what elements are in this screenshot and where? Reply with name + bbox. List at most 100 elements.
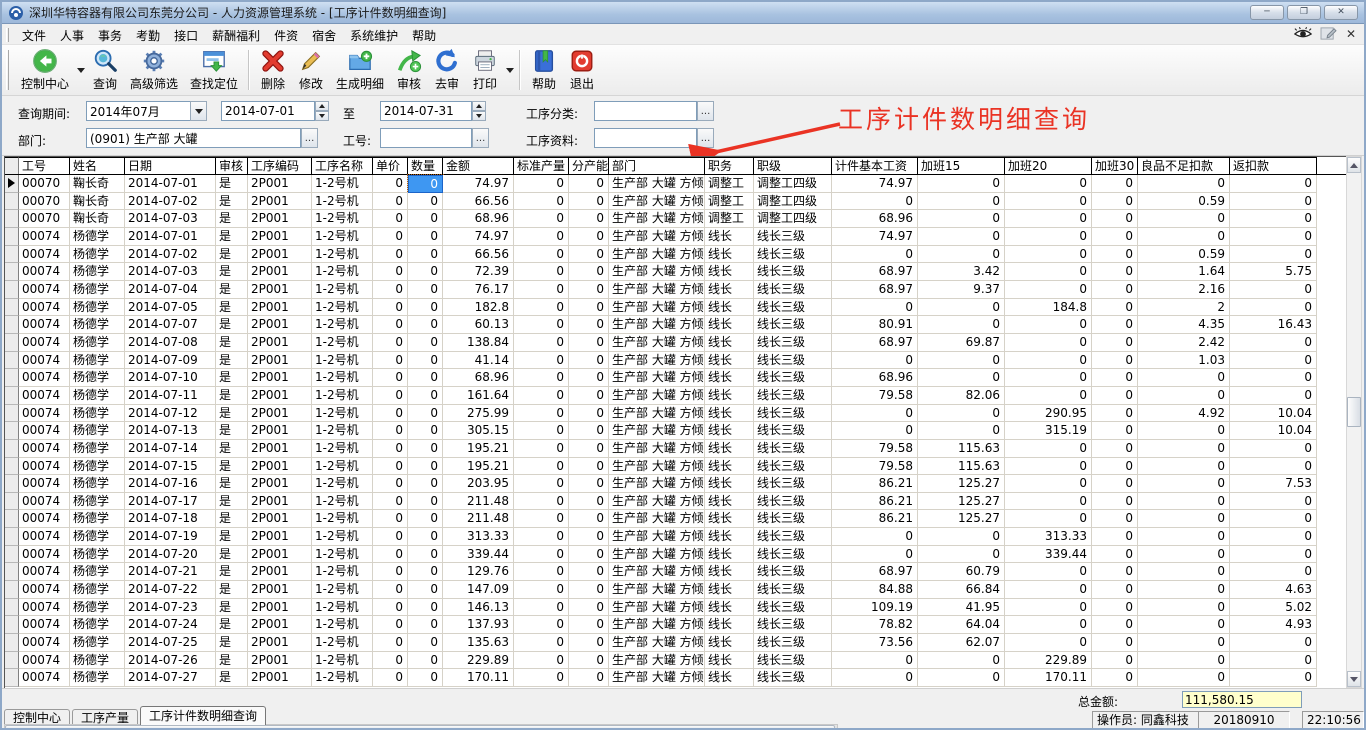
empno-browse-button[interactable]: ... bbox=[472, 128, 489, 148]
grid-cell[interactable]: 杨德学 bbox=[70, 263, 125, 281]
grid-cell[interactable]: 2P001 bbox=[248, 528, 312, 546]
grid-cell[interactable]: 2014-07-22 bbox=[125, 581, 216, 599]
grid-cell[interactable]: 0 bbox=[373, 369, 408, 387]
grid-cell[interactable]: 是 bbox=[216, 458, 248, 476]
row-selector[interactable] bbox=[5, 246, 19, 264]
menu-item-3[interactable]: 考勤 bbox=[129, 27, 167, 45]
grid-cell[interactable]: 125.27 bbox=[918, 510, 1005, 528]
grid-cell[interactable]: 0 bbox=[832, 352, 918, 370]
grid-cell[interactable]: 0 bbox=[832, 422, 918, 440]
grid-cell[interactable]: 0 bbox=[1005, 228, 1092, 246]
grid-cell[interactable]: 0 bbox=[514, 458, 569, 476]
row-selector[interactable] bbox=[5, 475, 19, 493]
grid-cell[interactable]: 0 bbox=[1230, 563, 1317, 581]
column-header[interactable]: 金额 bbox=[443, 157, 514, 174]
grid-cell[interactable]: 10.04 bbox=[1230, 405, 1317, 423]
grid-cell[interactable]: 0 bbox=[918, 352, 1005, 370]
grid-cell[interactable]: 2014-07-03 bbox=[125, 263, 216, 281]
grid-cell[interactable]: 0 bbox=[1005, 387, 1092, 405]
grid-cell[interactable]: 0 bbox=[1092, 210, 1138, 228]
grid-cell[interactable]: 杨德学 bbox=[70, 440, 125, 458]
grid-cell[interactable]: 调整工四级 bbox=[754, 175, 832, 193]
grid-cell[interactable]: 2014-07-01 bbox=[125, 228, 216, 246]
date-to-spinner[interactable] bbox=[472, 101, 486, 121]
grid-cell[interactable]: 线长 bbox=[705, 493, 754, 511]
grid-cell[interactable]: 0 bbox=[569, 634, 609, 652]
row-selector[interactable] bbox=[5, 652, 19, 670]
grid-cell[interactable]: 2014-07-15 bbox=[125, 458, 216, 476]
column-header[interactable]: 工序编码 bbox=[248, 157, 312, 174]
grid-cell[interactable]: 0 bbox=[373, 263, 408, 281]
grid-cell[interactable]: 0 bbox=[1230, 528, 1317, 546]
grid-cell[interactable]: 2P001 bbox=[248, 387, 312, 405]
menu-item-2[interactable]: 事务 bbox=[91, 27, 129, 45]
grid-cell[interactable]: 2014-07-12 bbox=[125, 405, 216, 423]
grid-cell[interactable]: 是 bbox=[216, 581, 248, 599]
grid-cell[interactable]: 1-2号机 bbox=[312, 634, 373, 652]
grid-cell[interactable]: 0 bbox=[373, 210, 408, 228]
grid-cell[interactable]: 00074 bbox=[19, 440, 70, 458]
grid-cell[interactable]: 0 bbox=[514, 652, 569, 670]
grid-cell[interactable]: 115.63 bbox=[918, 458, 1005, 476]
grid-cell[interactable]: 2014-07-02 bbox=[125, 246, 216, 264]
grid-cell[interactable]: 0 bbox=[569, 616, 609, 634]
grid-cell[interactable]: 184.8 bbox=[1005, 299, 1092, 317]
grid-cell[interactable]: 是 bbox=[216, 422, 248, 440]
grid-cell[interactable]: 0 bbox=[408, 510, 443, 528]
grid-cell[interactable]: 0 bbox=[1005, 175, 1092, 193]
grid-cell[interactable]: 是 bbox=[216, 652, 248, 670]
grid-cell[interactable]: 0 bbox=[373, 563, 408, 581]
grid-cell[interactable]: 杨德学 bbox=[70, 616, 125, 634]
grid-cell[interactable]: 00074 bbox=[19, 299, 70, 317]
grid-cell[interactable]: 0 bbox=[1092, 352, 1138, 370]
grid-cell[interactable]: 0 bbox=[569, 210, 609, 228]
grid-cell[interactable]: 是 bbox=[216, 175, 248, 193]
grid-cell[interactable]: 86.21 bbox=[832, 493, 918, 511]
period-dropdown-button[interactable] bbox=[190, 101, 207, 121]
grid-cell[interactable]: 是 bbox=[216, 669, 248, 687]
grid-cell[interactable]: 0 bbox=[1230, 652, 1317, 670]
grid-cell[interactable]: 0 bbox=[918, 175, 1005, 193]
grid-cell[interactable]: 调整工 bbox=[705, 193, 754, 211]
grid-cell[interactable]: 0 bbox=[569, 528, 609, 546]
grid-cell[interactable]: 1-2号机 bbox=[312, 352, 373, 370]
grid-cell[interactable]: 2P001 bbox=[248, 334, 312, 352]
grid-cell[interactable]: 00074 bbox=[19, 599, 70, 617]
grid-cell[interactable]: 0 bbox=[373, 458, 408, 476]
grid-cell[interactable]: 0 bbox=[514, 475, 569, 493]
grid-cell[interactable]: 1-2号机 bbox=[312, 510, 373, 528]
grid-cell[interactable]: 00074 bbox=[19, 352, 70, 370]
grid-cell[interactable]: 68.97 bbox=[832, 334, 918, 352]
grid-cell[interactable]: 1-2号机 bbox=[312, 493, 373, 511]
grid-cell[interactable]: 生产部 大罐 方倾 bbox=[609, 246, 705, 264]
grid-cell[interactable]: 0 bbox=[514, 387, 569, 405]
grid-cell[interactable]: 0 bbox=[832, 299, 918, 317]
grid-cell[interactable]: 0 bbox=[1138, 440, 1230, 458]
row-selector[interactable] bbox=[5, 581, 19, 599]
grid-cell[interactable]: 0 bbox=[408, 493, 443, 511]
grid-cell[interactable]: 109.19 bbox=[832, 599, 918, 617]
grid-cell[interactable]: 2014-07-08 bbox=[125, 334, 216, 352]
grid-cell[interactable]: 2P001 bbox=[248, 458, 312, 476]
grid-cell[interactable]: 0 bbox=[1092, 228, 1138, 246]
grid-cell[interactable]: 0 bbox=[373, 599, 408, 617]
grid-cell[interactable]: 0 bbox=[373, 510, 408, 528]
grid-cell[interactable]: 0 bbox=[569, 599, 609, 617]
grid-cell[interactable]: 0 bbox=[1092, 493, 1138, 511]
grid-cell[interactable]: 2014-07-05 bbox=[125, 299, 216, 317]
grid-cell[interactable]: 00074 bbox=[19, 652, 70, 670]
menu-item-6[interactable]: 件资 bbox=[267, 27, 305, 45]
grid-cell[interactable]: 生产部 大罐 方倾 bbox=[609, 352, 705, 370]
grid-cell[interactable]: 60.13 bbox=[443, 316, 514, 334]
column-header[interactable]: 返扣款 bbox=[1230, 157, 1317, 174]
grid-cell[interactable]: 0 bbox=[1005, 440, 1092, 458]
grid-cell[interactable]: 2014-07-23 bbox=[125, 599, 216, 617]
grid-cell[interactable]: 82.06 bbox=[918, 387, 1005, 405]
grid-cell[interactable]: 0 bbox=[514, 369, 569, 387]
grid-cell[interactable]: 0 bbox=[408, 616, 443, 634]
grid-cell[interactable]: 0 bbox=[1092, 405, 1138, 423]
search-button[interactable]: 查询 bbox=[86, 47, 124, 93]
grid-cell[interactable]: 生产部 大罐 方倾 bbox=[609, 422, 705, 440]
grid-cell[interactable]: 0 bbox=[918, 316, 1005, 334]
grid-cell[interactable]: 00074 bbox=[19, 369, 70, 387]
